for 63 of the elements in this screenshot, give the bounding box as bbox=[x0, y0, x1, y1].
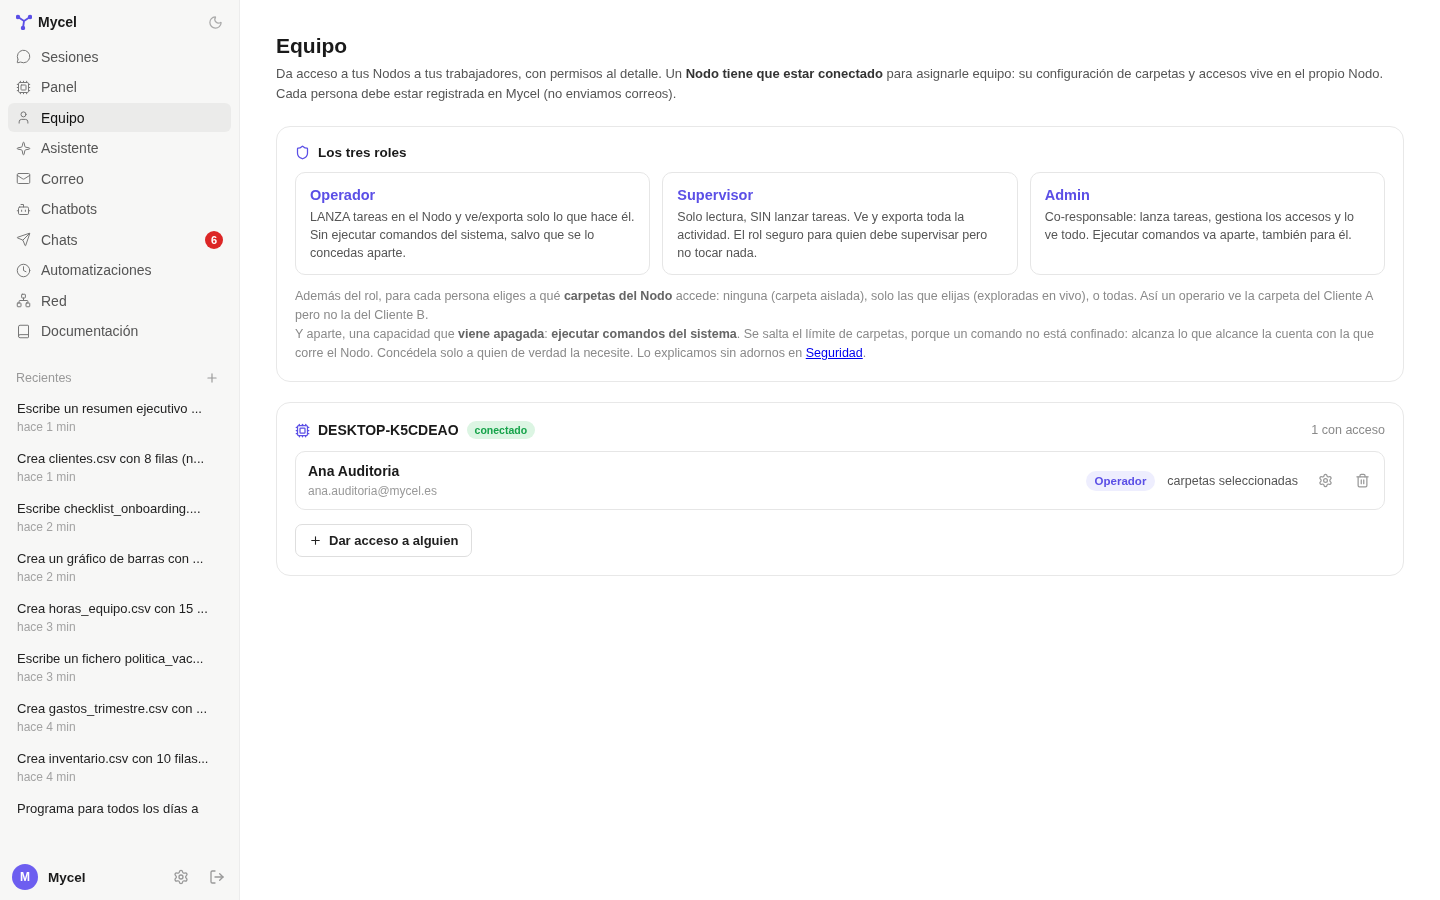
chip-icon bbox=[16, 79, 31, 95]
note-text: Además del rol, para cada persona eliges a qué carpetas del Nodo accede: ninguna (carpeta aislada), solo las que elijas (exploradas en vivo), o todas. Así un operario ve la carpeta del Cliente A pero no la del Cliente B. bbox=[295, 288, 1374, 324]
settings-button[interactable] bbox=[1316, 471, 1335, 490]
moon-icon[interactable] bbox=[208, 14, 223, 30]
section-label: Recientes bbox=[16, 371, 72, 385]
nav-item[interactable]: Chatbots bbox=[8, 194, 231, 224]
delete-button[interactable] bbox=[1353, 471, 1372, 490]
intro-text: Da acceso a tus Nodos a tus trabajadores, con permisos al detalle. Un Nodo tiene que estar conectado para asignarle equipo: su configuración de carpetas y accesos vive en el propio Nodo. Cada persona debe estar registrada en Mycel (no enviamos correos). bbox=[276, 65, 1384, 103]
recent-item[interactable]: Crea horas_equipo.csv con 15 ... hace 3 min bbox=[17, 601, 222, 634]
nav-item[interactable]: Documentación bbox=[8, 316, 231, 346]
recent-item[interactable]: Crea gastos_trimestre.csv con ... hace 4 min bbox=[17, 701, 222, 734]
plus-icon bbox=[309, 534, 322, 547]
nav-item[interactable]: Red bbox=[8, 286, 231, 315]
access-count: 1 con acceso bbox=[1311, 423, 1385, 437]
recent-item[interactable]: Escribe checklist_onboarding.... hace 2 min bbox=[17, 501, 222, 534]
avatar: M bbox=[12, 864, 38, 890]
add-access-button[interactable]: Dar acceso a alguien bbox=[295, 524, 473, 557]
recent-item[interactable]: Crea un gráfico de barras con ... hace 2 min bbox=[17, 551, 222, 584]
app-name: Mycel bbox=[38, 14, 78, 30]
security-link[interactable]: Seguridad bbox=[805, 346, 863, 360]
paper-plane-icon bbox=[16, 232, 31, 247]
settings-button[interactable] bbox=[171, 867, 191, 887]
role-description: Co-responsable: lanza tareas, gestiona los accesos y lo ve todo. Ejecutar comandos va aparte, también para él. bbox=[1044, 209, 1355, 244]
mail-icon bbox=[16, 171, 31, 186]
user-name: Mycel bbox=[48, 869, 87, 885]
nav-item[interactable]: Equipo bbox=[8, 103, 231, 132]
role-description: LANZA tareas en el Nodo y ve/exporta solo lo que hace él. Sin ejecutar comandos del sistema, salvo que se lo concedas aparte. bbox=[310, 209, 636, 262]
folder-access: carpetas seleccionadas bbox=[1167, 473, 1298, 488]
shield-icon bbox=[295, 145, 310, 160]
node-name: DESKTOP-K5CDEAO bbox=[318, 422, 459, 438]
nav-item[interactable]: Sesiones bbox=[8, 42, 231, 71]
recent-item[interactable]: Crea inventario.csv con 10 filas... hace 4 min bbox=[17, 751, 222, 784]
count-badge: 6 bbox=[205, 230, 223, 249]
network-icon bbox=[16, 293, 31, 308]
recent-item[interactable]: Programa para todos los días a bbox=[17, 801, 222, 816]
role-tag: Operador bbox=[1085, 470, 1156, 491]
page-title: Equipo bbox=[276, 34, 349, 58]
nav-item[interactable]: Chats 6 bbox=[8, 225, 231, 254]
plus-icon[interactable] bbox=[205, 371, 219, 385]
recent-item[interactable]: Escribe un resumen ejecutivo ... hace 1 min bbox=[17, 401, 222, 434]
clock-icon bbox=[16, 262, 31, 278]
recent-item[interactable]: Escribe un fichero politica_vac... hace 3 min bbox=[17, 651, 222, 684]
user-icon bbox=[16, 110, 31, 125]
member-name: Ana Auditoria bbox=[308, 463, 401, 479]
nav-item[interactable]: Correo bbox=[8, 164, 231, 193]
logo-icon bbox=[16, 14, 32, 30]
status-badge: conectado bbox=[466, 421, 536, 439]
nav-item[interactable]: Asistente bbox=[8, 133, 231, 163]
note-text: Y aparte, una capacidad que viene apagada: ejecutar comandos del sistema. Se salta el límite de carpetas, porque un comando no está confinado: alcanza lo que alcance la cuenta con la que corre el Nodo. Concédela solo a quien de verdad la necesite. Lo explicamos sin adornos en Seguridad. bbox=[295, 326, 1375, 362]
robot-icon bbox=[16, 201, 31, 217]
card-title: Los tres roles bbox=[318, 145, 407, 160]
role-description: Solo lectura, SIN lanzar tareas. Ve y exporta toda la actividad. El rol seguro para quien debe supervisar pero no tocar nada. bbox=[677, 209, 989, 262]
role-name: Operador bbox=[310, 187, 377, 203]
role-name: Admin bbox=[1044, 187, 1091, 203]
nav-item[interactable]: Automatizaciones bbox=[8, 255, 231, 285]
chat-bubble-icon bbox=[16, 49, 31, 64]
member-email: ana.auditoria@mycel.es bbox=[308, 484, 438, 498]
role-name: Supervisor bbox=[677, 187, 755, 203]
sparkle-icon bbox=[16, 140, 31, 156]
chip-icon bbox=[295, 422, 310, 438]
recent-item[interactable]: Crea clientes.csv con 8 filas (n... hace 1 min bbox=[17, 451, 222, 484]
book-icon bbox=[16, 323, 31, 339]
nav-item[interactable]: Panel bbox=[8, 72, 231, 102]
